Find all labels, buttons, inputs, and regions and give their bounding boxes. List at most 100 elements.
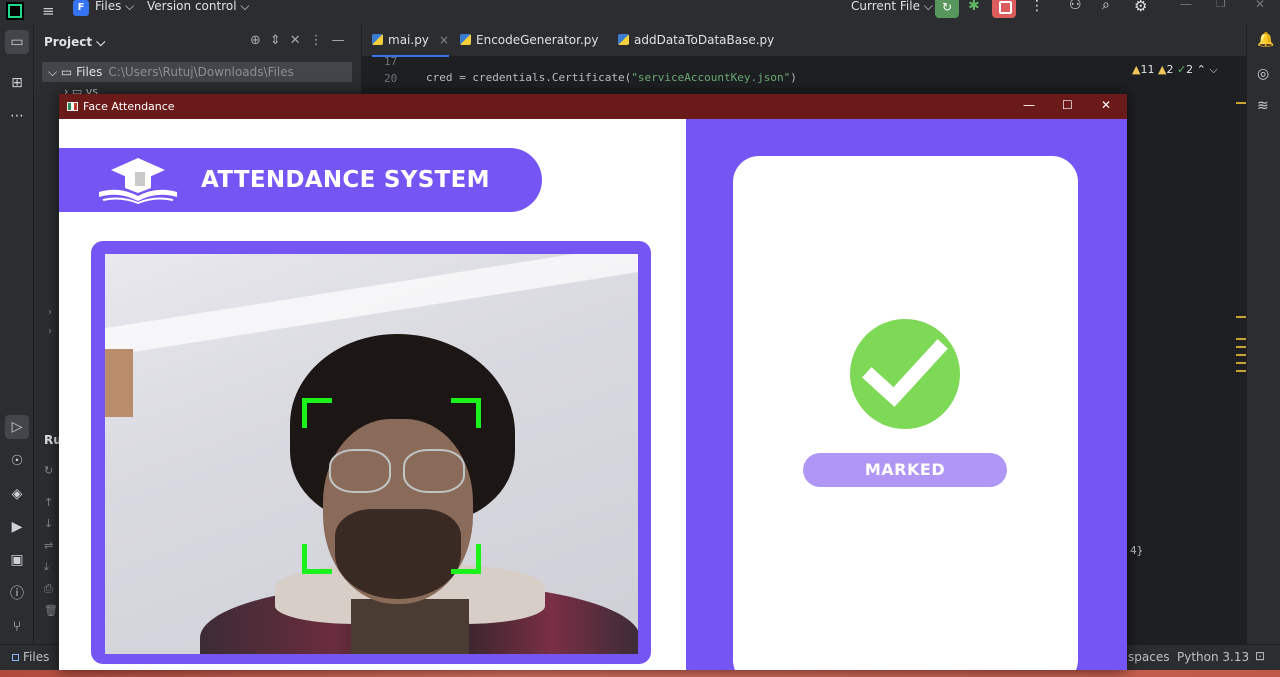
- tab-label: EncodeGenerator.py: [476, 33, 599, 47]
- minimize-button[interactable]: —: [1023, 98, 1035, 112]
- stop-button[interactable]: [992, 0, 1016, 18]
- pycharm-logo-icon: [6, 2, 24, 20]
- graduation-cap-book-icon: [99, 158, 177, 204]
- face-box-corner: [451, 544, 481, 574]
- header-banner: ATTENDANCE SYSTEM: [59, 148, 542, 212]
- code-line[interactable]: cred = credentials.Certificate("serviceA…: [426, 71, 797, 84]
- tab-label: addDataToDataBase.py: [634, 33, 775, 47]
- scroll-down-icon[interactable]: ↓: [44, 517, 53, 530]
- more-options-icon[interactable]: ⋮: [1030, 0, 1044, 14]
- chevron-down-icon[interactable]: ⌵: [1206, 63, 1217, 76]
- scroll-marker: [1236, 362, 1246, 364]
- close-button[interactable]: ✕: [1101, 98, 1111, 112]
- terminal-icon[interactable]: ▣: [8, 551, 26, 569]
- person-shirt: [351, 599, 469, 654]
- face-attendance-window: Face Attendance — ☐ ✕ ATTENDANCE SYSTEM: [59, 94, 1127, 670]
- typo-check-icon: ✓: [1176, 63, 1187, 76]
- layers-icon[interactable]: ◈: [8, 485, 26, 503]
- scroll-end-icon[interactable]: ⤓: [44, 560, 49, 574]
- settings-gear-icon[interactable]: ⚙: [1134, 0, 1147, 15]
- success-check-icon: [850, 319, 960, 429]
- scroll-up-icon[interactable]: ↑: [44, 496, 53, 509]
- console-output-fragment: 4}: [1130, 544, 1144, 557]
- ide-title-bar: ≡ F Files ⌵ Version control ⌵ Current Fi…: [0, 0, 1280, 24]
- database-icon[interactable]: ≋: [1257, 98, 1269, 114]
- print-icon[interactable]: ⎙: [44, 582, 53, 596]
- tab-adddatatodatabase-py[interactable]: addDataToDataBase.py: [618, 24, 774, 57]
- services-icon[interactable]: ▶: [8, 518, 26, 536]
- run-config-selector[interactable]: Current File ⌵: [851, 0, 933, 13]
- search-icon[interactable]: ⌕: [1102, 0, 1110, 13]
- os-taskbar: [0, 670, 1280, 677]
- glasses-left-lens: [329, 449, 391, 493]
- background-object: [105, 349, 133, 417]
- tree-root-row[interactable]: ⌵ ▭ Files C:\Users\Rutuj\Downloads\Files: [42, 62, 352, 82]
- tab-encodegenerator-py[interactable]: EncodeGenerator.py: [460, 24, 599, 57]
- project-panel-toolbar[interactable]: ⊕⇕✕⋮—: [250, 33, 354, 48]
- line-number: 17: [384, 55, 398, 68]
- status-card: MARKED: [733, 156, 1078, 670]
- python-interpreter[interactable]: Python 3.13: [1177, 650, 1249, 664]
- status-files-label: Files: [23, 650, 50, 664]
- checkmark-icon: [862, 339, 948, 407]
- weak-warning-count: 2: [1166, 63, 1174, 76]
- inspection-widget[interactable]: ▲11 ▲2 ✓2 ⌃ ⌵: [1132, 63, 1218, 77]
- warning-count: 11: [1140, 63, 1155, 76]
- version-control-menu[interactable]: Version control ⌵: [147, 0, 249, 13]
- python-console-icon[interactable]: ☉: [8, 452, 26, 470]
- app-title: ATTENDANCE SYSTEM: [201, 167, 490, 193]
- module-icon: [12, 654, 19, 661]
- python-file-icon: [372, 34, 383, 45]
- ide-restore-button[interactable]: ❐: [1216, 0, 1226, 10]
- lock-icon[interactable]: ⊡: [1255, 649, 1265, 663]
- scroll-marker: [1236, 338, 1246, 340]
- app-icon: [67, 102, 78, 111]
- indent-setting[interactable]: spaces: [1128, 650, 1169, 664]
- camera-panel: ATTENDANCE SYSTEM: [59, 119, 686, 670]
- debug-icon[interactable]: ✱: [968, 0, 980, 14]
- person-beard: [335, 509, 461, 599]
- chevron-up-icon[interactable]: ⌃: [1197, 63, 1206, 76]
- chevron-down-icon: ⌵ ▭: [48, 65, 77, 79]
- face-attendance-title-bar: Face Attendance — ☐ ✕: [59, 94, 1127, 119]
- main-menu-icon[interactable]: ≡: [42, 0, 55, 22]
- tab-mai-py[interactable]: mai.py ×: [372, 24, 449, 57]
- run-tool-icon[interactable]: ▷: [5, 415, 29, 439]
- attendance-status-badge: MARKED: [803, 453, 1007, 487]
- chevron-right-icon[interactable]: ›: [48, 307, 52, 318]
- left-tool-strip: ▭ ⊞ ⋯ ▷ ☉ ◈ ▶ ▣ ⓘ ⑂: [0, 24, 34, 644]
- notifications-icon[interactable]: 🔔: [1257, 32, 1274, 48]
- project-switcher[interactable]: Files ⌵: [95, 0, 134, 13]
- soft-wrap-icon[interactable]: ⇌: [44, 539, 53, 552]
- add-user-icon[interactable]: ⚇: [1069, 0, 1082, 13]
- close-tab-icon[interactable]: ×: [439, 33, 449, 47]
- right-tool-strip: 🔔 ◎ ≋: [1246, 24, 1280, 644]
- more-tools-icon[interactable]: ⋯: [8, 107, 26, 125]
- code-text: ): [790, 71, 797, 84]
- code-text: cred = credentials.Certificate(: [426, 71, 632, 84]
- ide-minimize-button[interactable]: —: [1180, 0, 1192, 11]
- problems-icon[interactable]: ⓘ: [8, 585, 26, 603]
- rerun-icon[interactable]: ↻: [44, 464, 53, 477]
- project-panel-title[interactable]: Project ⌵: [44, 35, 105, 50]
- project-badge[interactable]: F: [73, 0, 89, 16]
- code-string: "serviceAccountKey.json": [631, 71, 791, 84]
- face-box-corner: [302, 544, 332, 574]
- status-breadcrumb[interactable]: Files: [12, 650, 49, 664]
- project-tool-icon[interactable]: ▭: [5, 30, 29, 54]
- editor-tabs: mai.py × EncodeGenerator.py addDataToData…: [362, 24, 1246, 57]
- trash-icon[interactable]: 🗑: [44, 604, 58, 617]
- chevron-right-icon[interactable]: ›: [48, 326, 52, 337]
- scroll-marker: [1236, 102, 1246, 104]
- ai-assistant-icon[interactable]: ◎: [1257, 66, 1269, 82]
- status-panel: MARKED: [686, 119, 1127, 670]
- face-box-corner: [451, 398, 481, 428]
- maximize-button[interactable]: ☐: [1062, 98, 1073, 112]
- ide-close-button[interactable]: ✕: [1255, 0, 1265, 11]
- typo-count: 2: [1186, 63, 1194, 76]
- scroll-marker: [1236, 370, 1246, 372]
- git-icon[interactable]: ⑂: [8, 618, 26, 636]
- webcam-feed: [105, 254, 638, 654]
- structure-tool-icon[interactable]: ⊞: [8, 74, 26, 92]
- rerun-button[interactable]: ↻: [935, 0, 959, 18]
